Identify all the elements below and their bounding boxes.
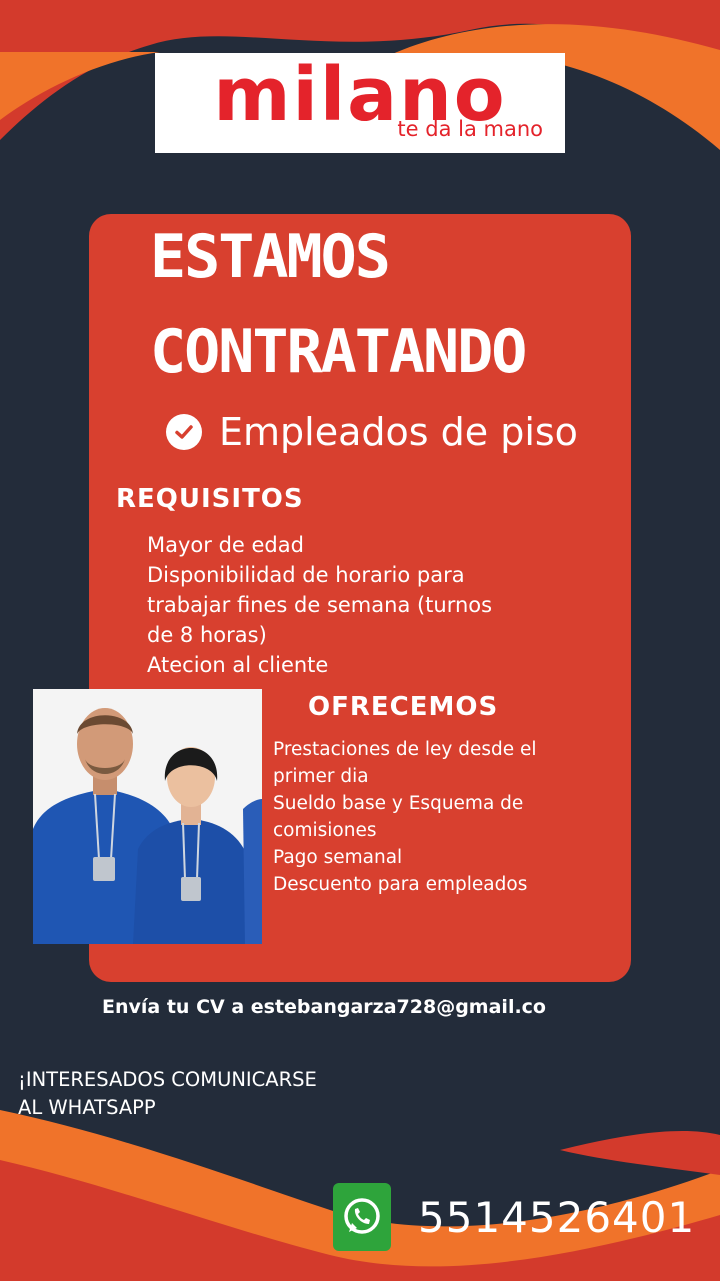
- phone-number[interactable]: 5514526401: [418, 1193, 695, 1242]
- requirements-title: REQUISITOS: [116, 484, 304, 514]
- contact-line-2: AL WHATSAPP: [18, 1096, 156, 1119]
- offer-item: Prestaciones de ley desde el: [273, 739, 537, 760]
- requirement-item: trabajar fines de semana (turnos: [147, 593, 493, 617]
- offer-item: primer dia: [273, 766, 369, 787]
- requirement-item: Atecion al cliente: [147, 653, 329, 677]
- requirement-item: Disponibilidad de horario para: [147, 563, 465, 587]
- offer-item: Descuento para empleados: [273, 874, 528, 895]
- offer-item: Pago semanal: [273, 847, 403, 868]
- brand-tagline: te da la mano: [397, 117, 543, 141]
- check-circle-icon: [166, 414, 202, 450]
- offer-item: Sueldo base y Esquema de: [273, 793, 524, 814]
- position-row: Empleados de piso: [166, 402, 578, 462]
- requirement-item: Mayor de edad: [147, 533, 304, 557]
- contact-line-1: ¡INTERESADOS COMUNICARSE: [18, 1068, 317, 1091]
- requirements-list: Mayor de edad Disponibilidad de horario …: [147, 530, 567, 680]
- headline-line-1: ESTAMOS: [150, 222, 391, 292]
- brand-logo: milano te da la mano: [155, 53, 565, 153]
- employees-photo: [33, 689, 262, 944]
- headline-line-2: CONTRATANDO: [150, 317, 527, 387]
- offer-list: Prestaciones de ley desde el primer dia …: [273, 736, 593, 898]
- offer-title: OFRECEMOS: [308, 692, 499, 722]
- contact-instructions: ¡INTERESADOS COMUNICARSE AL WHATSAPP: [18, 1066, 317, 1122]
- requirement-item: de 8 horas): [147, 623, 267, 647]
- cv-email-line: Envía tu CV a estebangarza728@gmail.co: [102, 996, 546, 1018]
- position-label: Empleados de piso: [219, 410, 578, 454]
- offer-item: comisiones: [273, 820, 377, 841]
- whatsapp-icon[interactable]: [333, 1183, 391, 1251]
